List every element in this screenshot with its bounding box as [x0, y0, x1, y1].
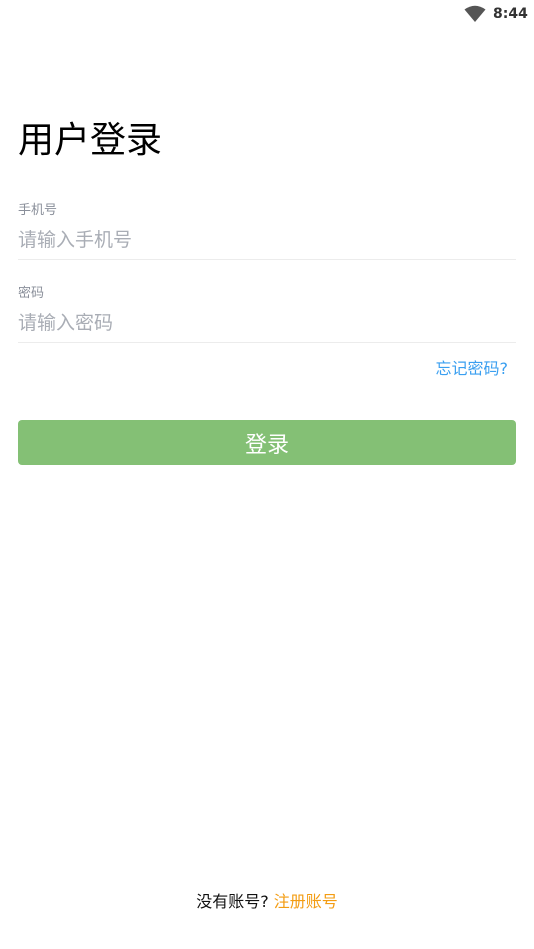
- phone-label: 手机号: [18, 203, 58, 218]
- forgot-password-link[interactable]: 忘记密码?: [436, 355, 509, 379]
- no-account-prompt: 没有账号?: [196, 892, 269, 911]
- footer: 没有账号? 注册账号: [0, 888, 534, 912]
- login-button[interactable]: 登录: [18, 420, 516, 465]
- password-input[interactable]: [18, 308, 516, 338]
- page-title: 用户登录: [18, 120, 163, 161]
- wifi-icon: [464, 5, 486, 22]
- status-time: 8:44: [493, 6, 528, 22]
- register-link[interactable]: 注册账号: [274, 892, 338, 911]
- phone-input[interactable]: [18, 225, 516, 255]
- password-label: 密码: [18, 286, 45, 301]
- status-bar: 8:44: [0, 0, 534, 28]
- password-divider: [18, 342, 516, 343]
- phone-divider: [18, 259, 516, 260]
